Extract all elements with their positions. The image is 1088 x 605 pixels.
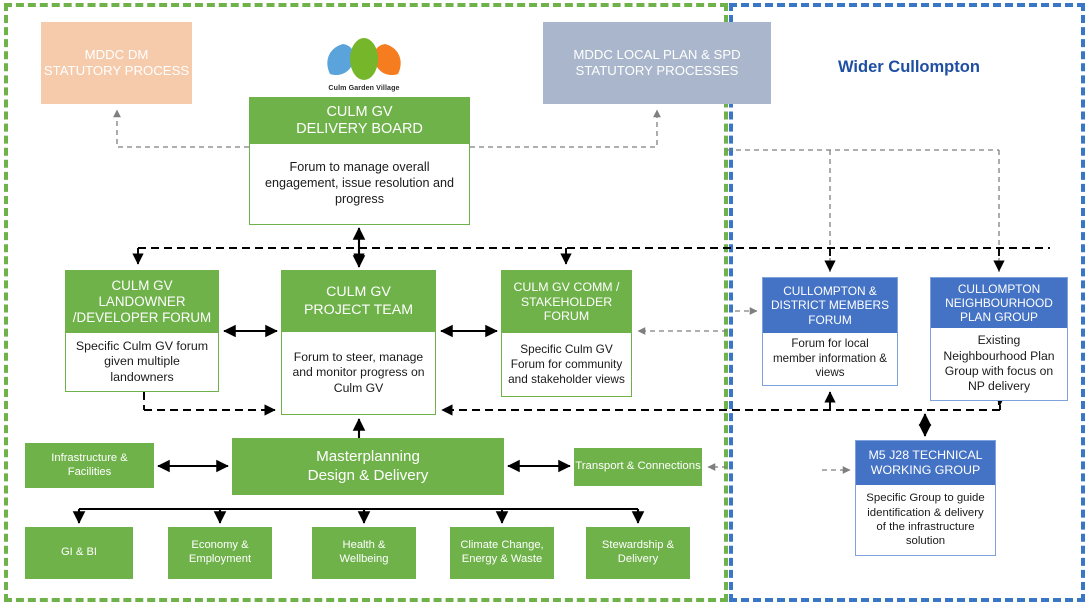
mddc-dm-line1: MDDC DM [84,46,149,62]
theme-box-stewardship-delivery: Stewardship & Delivery [586,527,690,579]
delivery-board-title-line1: CULM GV [326,103,393,120]
culm-gv-delivery-board-header: CULM GV DELIVERY BOARD [250,98,469,144]
culm-garden-village-logo: Culm Garden Village [314,26,414,92]
mddc-local-plan-line2: STATUTORY PROCESSES [575,63,739,78]
logo-petals-icon [327,38,401,80]
masterplanning-design-delivery-box: Masterplanning Design & Delivery [232,438,504,495]
theme-economy-line1: Economy & [191,539,249,552]
np-group-title-line3: PLAN GROUP [960,310,1038,325]
theme-gi-bi-line1: GI & BI [60,546,98,559]
infrastructure-line2: Facilities [67,465,112,478]
members-forum-description: Forum for local member information & vie… [772,337,888,380]
np-group-description: Existing Neighbourhood Plan Group with f… [943,333,1055,394]
theme-climate-line1: Climate Change, [460,539,544,552]
transport-label: Transport & Connections [575,460,701,473]
m5-group-description: Specific Group to guide identification &… [866,492,985,548]
delivery-board-title-line2: DELIVERY BOARD [296,121,423,137]
landowner-forum-title-line2: LANDOWNER [98,293,186,309]
np-group-title-line1: CULLOMPTON [957,281,1041,296]
transport-connections-box: Transport & Connections [574,448,702,486]
theme-box-gi-bi: GI & BI [25,527,133,579]
delivery-board-description: Forum to manage overall engagement, issu… [264,160,455,206]
logo-caption: Culm Garden Village [328,84,400,92]
np-group-header: CULLOMPTON NEIGHBOURHOOD PLAN GROUP [931,278,1067,328]
project-team-header: CULM GV PROJECT TEAM [282,271,435,332]
landowner-forum-description: Specific Culm GV forum given multiple la… [75,338,209,384]
members-forum-header: CULLOMPTON & DISTRICT MEMBERS FORUM [763,278,897,333]
comm-forum-title-line3: FORUM [543,309,590,324]
comm-forum-description: Specific Culm GV Forum for community and… [508,342,625,386]
mddc-dm-statutory-process-box: MDDC DM STATUTORY PROCESS [41,22,192,104]
theme-box-health-wellbeing: Health & Wellbeing [312,527,416,579]
masterplanning-line2: Design & Delivery [307,466,429,484]
m5-j28-technical-working-group-box: M5 J28 TECHNICAL WORKING GROUP Specific … [855,440,996,556]
diagram-canvas: Wider Cullompton Culm Garden Village MDD… [0,0,1088,605]
wider-cullompton-title: Wider Cullompton [838,58,980,76]
members-forum-title-line3: FORUM [808,312,852,327]
project-team-title-line1: CULM GV [326,284,391,301]
theme-health-line1: Health & [342,539,386,552]
comm-forum-title-line2: STAKEHOLDER [520,294,613,309]
m5-group-title-line1: M5 J28 TECHNICAL [868,448,983,463]
theme-climate-line2: Energy & Waste [461,553,543,565]
theme-stewardship-line2: Delivery [617,553,659,565]
members-forum-title-line2: DISTRICT MEMBERS [770,298,890,313]
theme-stewardship-line1: Stewardship & [601,539,675,552]
culm-gv-project-team-box: CULM GV PROJECT TEAM Forum to steer, man… [281,270,436,415]
np-group-title-line2: NEIGHBOURHOOD [945,295,1053,310]
landowner-forum-title-line1: CULM GV [111,277,173,293]
theme-box-economy-employment: Economy & Employment [168,527,272,579]
members-forum-title-line1: CULLOMPTON & [783,284,877,299]
cullompton-neighbourhood-plan-group-box: CULLOMPTON NEIGHBOURHOOD PLAN GROUP Exis… [930,277,1068,401]
comm-forum-title-line1: CULM GV COMM / [513,279,620,294]
infrastructure-line1: Infrastructure & [51,451,128,464]
cullompton-district-members-forum-box: CULLOMPTON & DISTRICT MEMBERS FORUM Foru… [762,277,898,386]
mddc-local-plan-statutory-processes-box: MDDC LOCAL PLAN & SPD STATUTORY PROCESSE… [543,22,771,104]
culm-gv-community-stakeholder-forum-box: CULM GV COMM / STAKEHOLDER FORUM Specifi… [501,270,632,397]
culm-gv-delivery-board-box: CULM GV DELIVERY BOARD Forum to manage o… [249,97,470,225]
comm-forum-header: CULM GV COMM / STAKEHOLDER FORUM [502,271,631,333]
landowner-forum-header: CULM GV LANDOWNER /DEVELOPER FORUM [66,271,218,333]
infrastructure-facilities-box: Infrastructure & Facilities [25,443,154,488]
mddc-local-plan-line1: MDDC LOCAL PLAN & SPD [573,46,741,62]
m5-group-header: M5 J28 TECHNICAL WORKING GROUP [856,441,995,485]
theme-box-climate-change-energy-waste: Climate Change, Energy & Waste [450,527,554,579]
mddc-dm-line2: STATUTORY PROCESS [43,63,190,78]
project-team-title-line2: PROJECT TEAM [303,301,414,318]
project-team-description: Forum to steer, manage and monitor progr… [292,349,425,395]
theme-economy-line2: Employment [188,553,252,565]
theme-health-line2: Wellbeing [339,553,389,565]
landowner-forum-title-line3: /DEVELOPER FORUM [72,310,212,326]
m5-group-title-line2: WORKING GROUP [870,463,981,477]
culm-gv-landowner-developer-forum-box: CULM GV LANDOWNER /DEVELOPER FORUM Speci… [65,270,219,392]
masterplanning-line1: Masterplanning [316,447,420,465]
